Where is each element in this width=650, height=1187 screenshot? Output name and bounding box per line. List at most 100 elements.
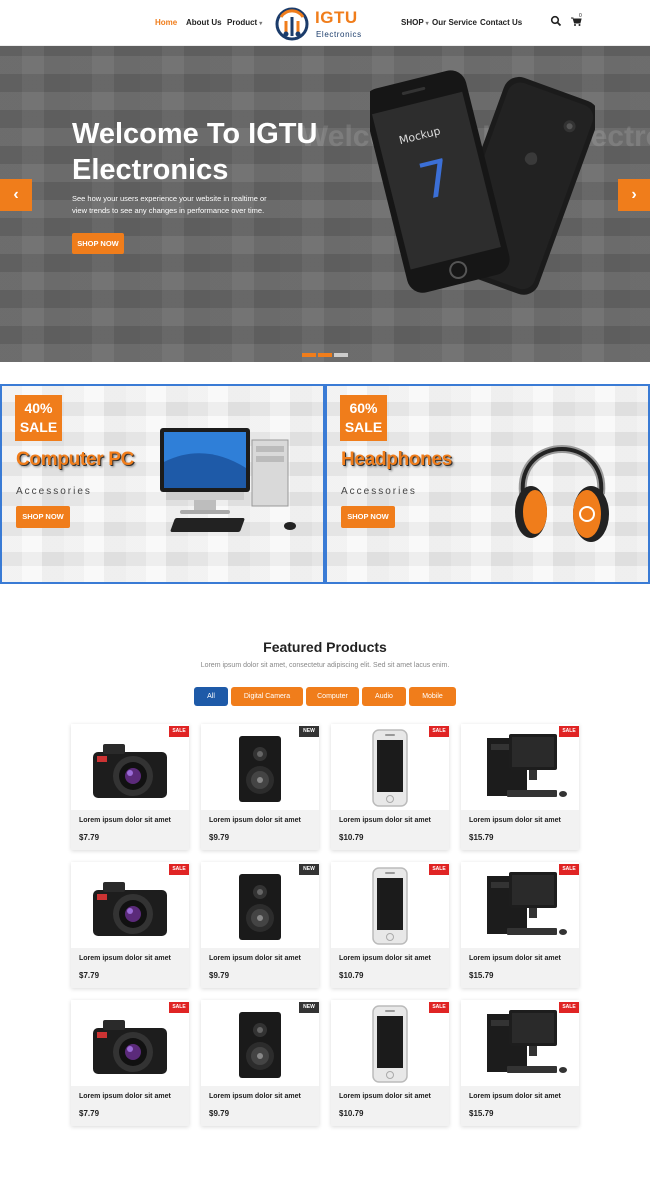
product-info: Lorem ipsum dolor sit amet $7.79 <box>71 810 189 850</box>
hero-slider: Welcome To IGTU Electronics Mockup 7 Wel… <box>0 46 650 362</box>
nav-home[interactable]: Home <box>155 18 177 27</box>
product-name[interactable]: Lorem ipsum dolor sit amet <box>209 1093 301 1100</box>
filter-digital-camera[interactable]: Digital Camera <box>231 687 303 706</box>
chevron-down-icon: ▾ <box>425 21 429 27</box>
promo-shop-now-button[interactable]: SHOP NOW <box>16 506 70 528</box>
phone-mockup-image: Mockup 7 <box>370 70 595 295</box>
product-card[interactable]: SALE Lorem ipsum dolor sit amet $7.79 <box>71 862 189 988</box>
hero-title: Welcome To IGTU Electronics <box>72 118 318 186</box>
product-badge: NEW <box>299 726 319 737</box>
product-name[interactable]: Lorem ipsum dolor sit amet <box>469 1093 561 1100</box>
product-price: $9.79 <box>209 1109 230 1118</box>
product-name[interactable]: Lorem ipsum dolor sit amet <box>339 955 431 962</box>
discount-percent: 40% <box>24 400 53 416</box>
product-badge: SALE <box>429 726 449 737</box>
product-name[interactable]: Lorem ipsum dolor sit amet <box>79 1093 171 1100</box>
filter-all[interactable]: All <box>194 687 228 706</box>
discount-label: SALE <box>19 419 58 435</box>
promo-banner-headphones[interactable]: 60% SALE Headphones Accessories SHOP NOW <box>325 384 650 584</box>
slider-prev-button[interactable]: ‹ <box>0 179 32 211</box>
product-card[interactable]: SALE Lorem ipsum dolor sit amet $15.79 <box>461 862 579 988</box>
discount-badge: 40% SALE <box>15 395 62 441</box>
product-price: $9.79 <box>209 971 230 980</box>
product-info: Lorem ipsum dolor sit amet $10.79 <box>331 810 449 850</box>
product-badge: NEW <box>299 1002 319 1013</box>
logo-subtitle: Electronics <box>316 30 362 39</box>
product-info: Lorem ipsum dolor sit amet $7.79 <box>71 1086 189 1126</box>
promo-banner-computer[interactable]: 40% SALE Computer PC Accessories SHOP NO… <box>0 384 325 584</box>
product-card[interactable]: SALE Lorem ipsum dolor sit amet $10.79 <box>331 1000 449 1126</box>
filter-audio[interactable]: Audio <box>362 687 406 706</box>
nav-shop-label: SHOP <box>401 18 424 27</box>
logo-mark-icon <box>275 7 309 41</box>
product-info: Lorem ipsum dolor sit amet $9.79 <box>201 948 319 988</box>
slider-next-button[interactable]: › <box>618 179 650 211</box>
nav-about-us[interactable]: About Us <box>186 18 222 27</box>
featured-products-subtitle: Lorem ipsum dolor sit amet, consectetur … <box>200 662 450 669</box>
product-badge: SALE <box>169 726 189 737</box>
site-logo[interactable]: IGTU Electronics <box>275 5 371 43</box>
featured-products-title: Featured Products <box>263 639 387 655</box>
nav-product-label: Product <box>227 18 258 27</box>
hero-description: See how your users experience your websi… <box>72 194 267 215</box>
product-name[interactable]: Lorem ipsum dolor sit amet <box>469 955 561 962</box>
discount-label: SALE <box>344 419 383 435</box>
product-badge: SALE <box>169 864 189 875</box>
product-card[interactable]: SALE Lorem ipsum dolor sit amet $10.79 <box>331 724 449 850</box>
promo-title: Computer PC <box>16 449 135 470</box>
product-card[interactable]: NEW Lorem ipsum dolor sit amet $9.79 <box>201 1000 319 1126</box>
product-card[interactable]: SALE Lorem ipsum dolor sit amet $15.79 <box>461 1000 579 1126</box>
product-card[interactable]: SALE Lorem ipsum dolor sit amet $15.79 <box>461 724 579 850</box>
product-price: $9.79 <box>209 833 230 842</box>
product-info: Lorem ipsum dolor sit amet $10.79 <box>331 1086 449 1126</box>
nav-contact-us[interactable]: Contact Us <box>480 18 522 27</box>
product-name[interactable]: Lorem ipsum dolor sit amet <box>79 955 171 962</box>
filter-mobile[interactable]: Mobile <box>409 687 456 706</box>
product-info: Lorem ipsum dolor sit amet $15.79 <box>461 948 579 988</box>
product-info: Lorem ipsum dolor sit amet $9.79 <box>201 1086 319 1126</box>
desktop-pc-image <box>160 428 296 532</box>
promo-subtitle: Accessories <box>16 486 92 497</box>
product-name[interactable]: Lorem ipsum dolor sit amet <box>469 817 561 824</box>
logo-title: IGTU <box>315 8 358 27</box>
product-badge: SALE <box>559 726 579 737</box>
product-info: Lorem ipsum dolor sit amet $15.79 <box>461 810 579 850</box>
nav-our-service[interactable]: Our Service <box>432 18 477 27</box>
product-name[interactable]: Lorem ipsum dolor sit amet <box>79 817 171 824</box>
chevron-left-icon: ‹ <box>13 186 19 203</box>
product-card[interactable]: NEW Lorem ipsum dolor sit amet $9.79 <box>201 724 319 850</box>
cart-count: 0 <box>579 13 582 19</box>
product-price: $10.79 <box>339 833 364 842</box>
nav-product[interactable]: Product ▾ <box>227 18 262 27</box>
slider-pagination <box>302 353 350 359</box>
product-card[interactable]: SALE Lorem ipsum dolor sit amet $7.79 <box>71 724 189 850</box>
product-price: $15.79 <box>469 1109 494 1118</box>
promo-subtitle: Accessories <box>341 486 417 497</box>
product-price: $7.79 <box>79 1109 100 1118</box>
product-info: Lorem ipsum dolor sit amet $7.79 <box>71 948 189 988</box>
product-price: $15.79 <box>469 971 494 980</box>
product-card[interactable]: NEW Lorem ipsum dolor sit amet $9.79 <box>201 862 319 988</box>
product-price: $10.79 <box>339 1109 364 1118</box>
discount-percent: 60% <box>349 400 378 416</box>
chevron-right-icon: › <box>631 186 637 203</box>
filter-computer[interactable]: Computer <box>306 687 359 706</box>
slider-dot[interactable] <box>302 353 316 357</box>
product-card[interactable]: SALE Lorem ipsum dolor sit amet $7.79 <box>71 1000 189 1126</box>
product-badge: SALE <box>169 1002 189 1013</box>
top-navigation: Home About Us Product ▾ IGTU Electronics … <box>0 0 650 46</box>
hero-shop-now-button[interactable]: SHOP NOW <box>72 233 124 254</box>
discount-badge: 60% SALE <box>340 395 387 441</box>
product-price: $7.79 <box>79 971 100 980</box>
product-name[interactable]: Lorem ipsum dolor sit amet <box>339 1093 431 1100</box>
slider-dot[interactable] <box>334 353 348 357</box>
search-icon[interactable] <box>550 15 562 27</box>
product-price: $10.79 <box>339 971 364 980</box>
product-name[interactable]: Lorem ipsum dolor sit amet <box>209 955 301 962</box>
product-card[interactable]: SALE Lorem ipsum dolor sit amet $10.79 <box>331 862 449 988</box>
slider-dot[interactable] <box>318 353 332 357</box>
product-name[interactable]: Lorem ipsum dolor sit amet <box>339 817 431 824</box>
product-name[interactable]: Lorem ipsum dolor sit amet <box>209 817 301 824</box>
promo-shop-now-button[interactable]: SHOP NOW <box>341 506 395 528</box>
nav-shop[interactable]: SHOP ▾ <box>401 18 429 27</box>
